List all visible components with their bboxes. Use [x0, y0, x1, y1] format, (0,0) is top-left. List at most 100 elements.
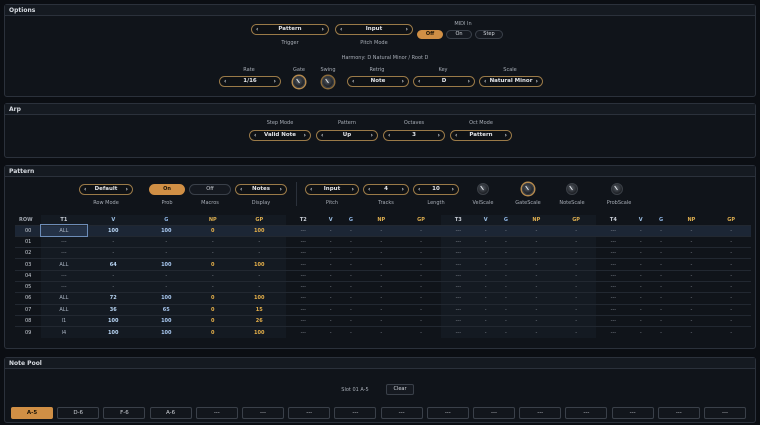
table-cell[interactable]: - [401, 224, 441, 237]
table-cell[interactable]: --- [595, 280, 631, 293]
table-cell[interactable]: - [361, 224, 402, 237]
table-cell[interactable]: - [556, 314, 596, 327]
table-cell[interactable]: --- [440, 292, 476, 305]
table-cell[interactable]: - [475, 280, 496, 293]
table-cell[interactable]: - [556, 280, 596, 293]
table-cell[interactable]: - [630, 326, 651, 338]
table-cell[interactable]: --- [285, 280, 321, 293]
table-cell[interactable]: - [340, 303, 362, 316]
table-cell[interactable]: --- [595, 258, 631, 271]
table-cell[interactable]: --- [285, 269, 321, 282]
pitch-select[interactable]: ‹ Input › [305, 184, 359, 195]
table-cell[interactable]: - [495, 224, 517, 237]
table-cell[interactable]: - [340, 280, 362, 293]
table-cell[interactable]: - [192, 280, 233, 293]
row-mode-select[interactable]: ‹ Default › [79, 184, 133, 195]
table-cell[interactable]: - [320, 224, 341, 237]
table-cell[interactable]: - [340, 235, 362, 248]
table-cell[interactable]: - [401, 269, 441, 282]
table-cell[interactable]: - [475, 269, 496, 282]
table-cell[interactable]: - [650, 269, 672, 282]
table-cell[interactable]: --- [41, 247, 87, 259]
table-cell[interactable]: --- [285, 326, 321, 338]
note-pool-slot[interactable]: --- [519, 407, 562, 419]
table-cell[interactable]: - [320, 247, 341, 259]
table-cell[interactable]: - [361, 280, 402, 293]
table-cell[interactable]: - [671, 258, 712, 271]
table-cell[interactable]: - [320, 292, 341, 305]
table-cell[interactable]: 64 [86, 258, 140, 271]
table-cell[interactable]: --- [285, 247, 321, 259]
table-cell[interactable]: - [320, 235, 341, 248]
table-cell[interactable]: --- [285, 292, 321, 305]
table-cell[interactable]: - [650, 258, 672, 271]
table-cell[interactable]: - [361, 235, 402, 248]
table-cell[interactable]: --- [440, 280, 476, 293]
table-cell[interactable]: 65 [139, 303, 193, 316]
note-pool-slot[interactable]: --- [611, 407, 654, 419]
scale-select[interactable]: ‹ Natural Minor › [479, 76, 543, 87]
table-cell[interactable]: - [361, 303, 402, 316]
table-cell[interactable]: - [671, 326, 712, 338]
table-row[interactable]: 03 ALL 64 100 0 100 --- - - - - --- - - - - --- - - - - [15, 258, 751, 271]
table-cell[interactable]: - [340, 292, 362, 305]
table-row[interactable]: 02 --- - - - - --- - - - - --- - - - - --- - - - - [15, 247, 751, 259]
table-cell[interactable]: --- [440, 314, 476, 327]
table-cell[interactable]: --- [285, 258, 321, 271]
table-cell[interactable]: - [340, 269, 362, 282]
table-cell[interactable]: - [495, 269, 517, 282]
table-cell[interactable]: --- [595, 235, 631, 248]
table-row[interactable]: 09 I4 100 100 0 100 --- - - - - --- - - - - --- - - - - [15, 326, 751, 338]
table-cell[interactable]: --- [595, 269, 631, 282]
table-cell[interactable]: - [495, 235, 517, 248]
table-cell[interactable]: - [86, 280, 140, 293]
table-cell[interactable]: 100 [232, 292, 286, 305]
table-cell[interactable]: - [192, 247, 233, 259]
table-cell[interactable]: - [556, 303, 596, 316]
table-cell[interactable]: - [516, 326, 557, 338]
table-cell[interactable]: --- [41, 235, 87, 248]
table-cell[interactable]: - [401, 247, 441, 259]
table-cell[interactable]: - [475, 235, 496, 248]
table-cell[interactable]: --- [440, 269, 476, 282]
table-cell[interactable]: - [401, 292, 441, 305]
table-cell[interactable]: - [556, 247, 596, 259]
table-cell[interactable]: - [671, 269, 712, 282]
table-cell[interactable]: - [320, 303, 341, 316]
table-cell[interactable]: --- [285, 314, 321, 327]
table-cell[interactable]: - [232, 269, 286, 282]
table-cell[interactable]: - [516, 269, 557, 282]
table-cell[interactable]: - [361, 247, 402, 259]
table-cell[interactable]: - [361, 314, 402, 327]
table-cell[interactable]: - [340, 314, 362, 327]
table-cell[interactable]: --- [595, 314, 631, 327]
table-cell[interactable]: - [650, 224, 672, 237]
table-cell[interactable]: --- [285, 224, 321, 237]
velscale-knob[interactable] [477, 183, 489, 195]
table-cell[interactable]: - [516, 292, 557, 305]
table-cell[interactable]: --- [440, 303, 476, 316]
table-cell[interactable]: 26 [232, 314, 286, 327]
table-cell[interactable]: - [711, 269, 751, 282]
table-row[interactable]: 05 --- - - - - --- - - - - --- - - - - --- - - - - [15, 280, 751, 293]
table-cell[interactable]: - [361, 269, 402, 282]
table-cell[interactable]: - [86, 269, 140, 282]
table-cell[interactable]: ALL [41, 258, 87, 271]
table-cell[interactable]: - [711, 258, 751, 271]
note-pool-slot[interactable]: --- [657, 407, 700, 419]
table-cell[interactable]: 72 [86, 292, 140, 305]
table-cell[interactable]: - [340, 224, 362, 237]
table-row[interactable]: 01 --- - - - - --- - - - - --- - - - - --- - - - - [15, 235, 751, 248]
note-pool-slot[interactable]: --- [380, 407, 423, 419]
table-cell[interactable]: 04 [15, 269, 41, 282]
table-cell[interactable]: - [516, 247, 557, 259]
table-cell[interactable]: --- [595, 292, 631, 305]
table-cell[interactable]: - [650, 303, 672, 316]
table-cell[interactable]: - [711, 280, 751, 293]
table-cell[interactable]: --- [440, 235, 476, 248]
clear-button[interactable]: Clear [386, 384, 414, 395]
table-cell[interactable]: - [475, 224, 496, 237]
table-cell[interactable]: - [516, 280, 557, 293]
table-cell[interactable]: - [401, 303, 441, 316]
table-cell[interactable]: - [495, 280, 517, 293]
